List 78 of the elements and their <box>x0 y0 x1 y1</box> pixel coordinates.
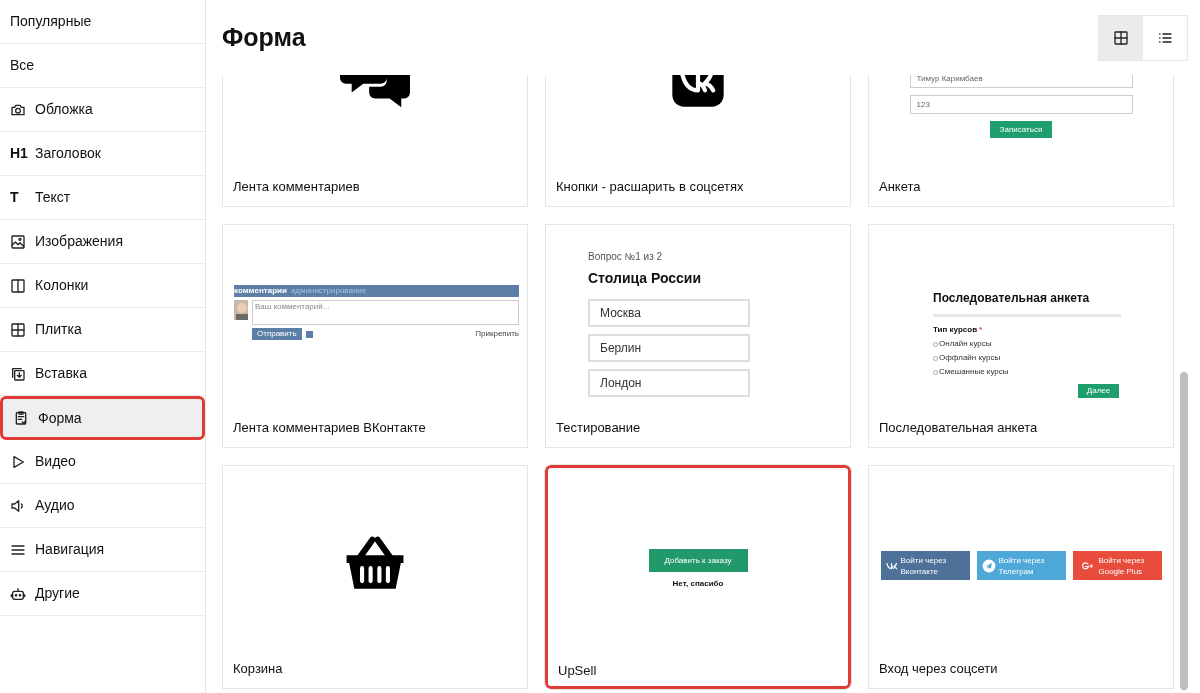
tab-label: комментарии <box>234 285 287 297</box>
template-card[interactable]: Корзина <box>222 465 528 689</box>
sidebar-label: Обложка <box>35 100 93 119</box>
answer-option[interactable]: Москва <box>588 299 750 327</box>
radio-label: Оффлайн курсы <box>939 352 1001 364</box>
radio-label: Смешанные курсы <box>939 366 1009 378</box>
attach-icon <box>305 330 313 338</box>
grid-icon <box>10 321 26 338</box>
list-icon <box>1157 30 1173 46</box>
button-label: Google Plus <box>1098 565 1144 577</box>
robot-icon <box>10 585 26 602</box>
glyph-icon: T <box>10 187 28 208</box>
card-title: Вход через соцсети <box>878 660 999 678</box>
input-field: Тимур Каримбаев <box>909 75 1133 88</box>
insert-icon <box>10 365 26 382</box>
template-card[interactable]: Войти через Вконтакте Войти через Телеграм Войти через Google Plus Вход через соцсети <box>868 465 1174 689</box>
button-label: Войти через <box>1098 554 1145 566</box>
card-title: Анкета <box>878 178 922 196</box>
decline-link: Нет, спасибо <box>672 578 724 590</box>
grid-icon <box>1113 30 1129 46</box>
button-label: Войти через <box>900 554 947 566</box>
sidebar-label: Все <box>10 56 35 75</box>
tab-label: администрирование <box>290 285 367 297</box>
button-label: Вконтакте <box>900 565 939 577</box>
template-card[interactable]: Добавить к заказу Нет, спасибо UpSell <box>545 465 851 689</box>
card-title: Корзина <box>232 660 284 678</box>
button-label: Телеграм <box>998 565 1035 577</box>
button-label: Войти через <box>998 554 1045 566</box>
card-title: Лента комментариев <box>232 178 361 196</box>
play-icon <box>10 453 26 470</box>
question-counter: Вопрос №1 из 2 <box>588 250 663 264</box>
comment-field: Ваш комментарий... <box>252 300 519 325</box>
sidebar-label: Аудио <box>35 496 75 515</box>
telegram-icon <box>981 558 996 573</box>
sidebar-label: Видео <box>35 452 76 471</box>
card-title: Последовательная анкета <box>878 419 1039 437</box>
field-label: Тип курсов <box>933 324 978 336</box>
add-to-order-button: Добавить к заказу <box>648 549 748 572</box>
sidebar-item[interactable]: Форма <box>0 396 205 440</box>
card-title: Кнопки - расшарить в соцсетях <box>555 178 745 196</box>
card-title: UpSell <box>557 662 598 680</box>
template-card[interactable]: Последовательная анкета Тип курсов * Онлайн курсы Оффлайн курсы Смешанные курсы Далее Последовательная анкета <box>868 224 1174 448</box>
sidebar-label: Текст <box>35 188 71 207</box>
card-title: Тестирование <box>555 419 642 437</box>
answer-option[interactable]: Берлин <box>588 334 750 362</box>
sidebar-label: Заголовок <box>35 144 101 163</box>
template-card[interactable]: Лента комментариев <box>222 75 528 207</box>
columns-icon <box>10 277 26 294</box>
template-card[interactable]: комментарии администрирование Ваш комментарий... Отправить Прикрепить Лента комментариев ВКонтакте <box>222 224 528 448</box>
clipboard-icon <box>13 410 29 426</box>
attach-link: Прикрепить <box>475 328 519 340</box>
speaker-icon <box>10 497 26 514</box>
image-icon <box>10 233 26 250</box>
glyph-icon: H1 <box>10 143 28 164</box>
sidebar-label: Вставка <box>35 364 88 383</box>
template-card[interactable]: Тимур Каримбаев 123 Записаться Анкета <box>868 75 1174 207</box>
sidebar-label: Плитка <box>35 320 82 339</box>
send-button: Отправить <box>252 328 302 340</box>
submit-button: Записаться <box>990 121 1052 138</box>
grid-view-button[interactable] <box>1099 16 1143 60</box>
sidebar-label: Навигация <box>35 540 105 559</box>
sidebar-label: Изображения <box>35 232 123 251</box>
page-title: Форма <box>222 21 306 53</box>
next-button: Далее <box>1078 384 1119 398</box>
sidebar-label: Популярные <box>10 12 92 31</box>
template-card[interactable]: Кнопки - расшарить в соцсетях <box>545 75 851 207</box>
required-mark: * <box>979 324 983 336</box>
answer-option[interactable]: Лондон <box>588 369 750 397</box>
form-heading: Последовательная анкета <box>933 290 1090 307</box>
sidebar-label: Колонки <box>35 276 89 295</box>
radio-label: Онлайн курсы <box>939 338 992 350</box>
sidebar-label: Форма <box>38 408 82 428</box>
scrollbar-thumb[interactable] <box>1180 372 1188 690</box>
input-field: 123 <box>909 95 1133 114</box>
question-text: Столица России <box>588 269 702 288</box>
template-card[interactable]: Вопрос №1 из 2 Столица России Москва Берлин Лондон Тестирование <box>545 224 851 448</box>
sidebar-label: Другие <box>35 584 80 603</box>
card-title: Лента комментариев ВКонтакте <box>232 419 427 437</box>
